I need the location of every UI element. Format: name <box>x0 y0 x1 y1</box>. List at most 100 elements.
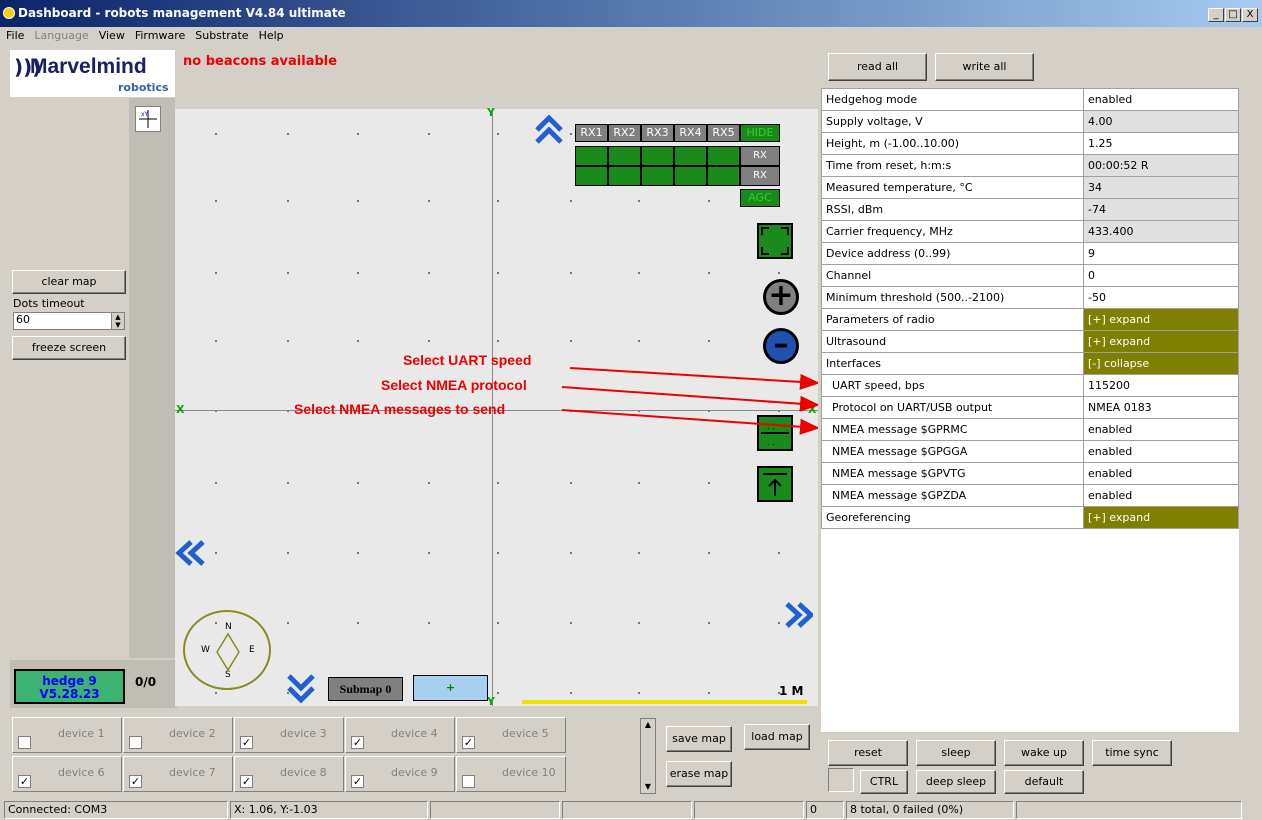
submap-button[interactable]: Submap 0 <box>328 677 403 701</box>
write-all-button[interactable]: write all <box>935 53 1034 81</box>
property-value[interactable]: enabled <box>1083 462 1239 485</box>
property-row[interactable]: Height, m (-1.00..10.00) 1.25 <box>821 132 1239 155</box>
device-checkbox[interactable] <box>129 736 142 749</box>
device-10-box[interactable]: device 10 <box>456 756 566 792</box>
device-checkbox[interactable]: ✓ <box>240 736 253 749</box>
zoom-in-icon[interactable]: + <box>763 279 799 315</box>
property-row[interactable]: Channel 0 <box>821 264 1239 287</box>
erase-map-button[interactable]: erase map <box>666 761 732 787</box>
property-row[interactable]: RSSI, dBm -74 <box>821 198 1239 221</box>
property-value[interactable]: 4.00 <box>1083 110 1239 133</box>
property-row[interactable]: Parameters of radio [+] expand <box>821 308 1239 331</box>
property-value[interactable]: 9 <box>1083 242 1239 265</box>
axis-toggle-button[interactable]: xY <box>135 106 161 132</box>
property-row[interactable]: Measured temperature, °C 34 <box>821 176 1239 199</box>
device-checkbox[interactable]: ✓ <box>462 736 475 749</box>
save-map-button[interactable]: save map <box>666 726 732 752</box>
property-value[interactable]: enabled <box>1083 88 1239 111</box>
property-row[interactable]: Georeferencing [+] expand <box>821 506 1239 529</box>
property-value[interactable]: enabled <box>1083 418 1239 441</box>
property-value[interactable]: -74 <box>1083 198 1239 221</box>
property-row[interactable]: Device address (0..99) 9 <box>821 242 1239 265</box>
wake-up-button[interactable]: wake up <box>1004 740 1084 766</box>
property-value[interactable]: enabled <box>1083 484 1239 507</box>
property-value[interactable]: NMEA 0183 <box>1083 396 1239 419</box>
time-sync-button[interactable]: time sync <box>1092 740 1172 766</box>
scroll-down-icon[interactable] <box>285 672 317 707</box>
scroll-up-arrow-icon[interactable]: ▲ <box>641 719 655 731</box>
menu-substrate[interactable]: Substrate <box>195 29 248 42</box>
device-checkbox[interactable]: ✓ <box>240 775 253 788</box>
device-7-box[interactable]: ✓ device 7 <box>123 756 233 792</box>
device-4-box[interactable]: ✓ device 4 <box>345 717 455 753</box>
device-6-box[interactable]: ✓ device 6 <box>12 756 122 792</box>
property-row[interactable]: Interfaces [-] collapse <box>821 352 1239 375</box>
reset-button[interactable]: reset <box>828 740 908 766</box>
device-checkbox[interactable] <box>462 775 475 788</box>
scroll-right-icon[interactable] <box>783 600 815 633</box>
property-row[interactable]: UART speed, bps 115200 <box>821 374 1239 397</box>
fit-screen-button[interactable] <box>757 223 793 259</box>
device-checkbox[interactable] <box>18 736 31 749</box>
hide-button[interactable]: HIDE <box>740 124 780 142</box>
clear-map-button[interactable]: clear map <box>12 270 126 294</box>
add-submap-button[interactable]: + <box>413 675 488 701</box>
menu-firmware[interactable]: Firmware <box>135 29 185 42</box>
scroll-up-icon[interactable] <box>533 114 565 149</box>
device-checkbox[interactable]: ✓ <box>351 775 364 788</box>
zoom-out-icon[interactable]: – <box>763 328 799 364</box>
property-row[interactable]: NMEA message $GPRMC enabled <box>821 418 1239 441</box>
minimize-button[interactable]: _ <box>1208 8 1224 22</box>
property-value[interactable]: 433.400 <box>1083 220 1239 243</box>
device-checkbox[interactable]: ✓ <box>129 775 142 788</box>
properties-scrollbar[interactable] <box>1240 88 1258 728</box>
property-value[interactable]: 34 <box>1083 176 1239 199</box>
property-row[interactable]: Protocol on UART/USB output NMEA 0183 <box>821 396 1239 419</box>
property-value[interactable]: [+] expand <box>1083 330 1239 353</box>
scroll-down-arrow-icon[interactable]: ▼ <box>641 781 655 793</box>
spinner-arrows-icon[interactable]: ▲ ▼ <box>111 313 124 329</box>
device-scrollbar[interactable]: ▲ ▼ <box>640 718 656 794</box>
load-map-button[interactable]: load map <box>744 724 810 750</box>
property-value[interactable]: [-] collapse <box>1083 352 1239 375</box>
property-row[interactable]: Minimum threshold (500..-2100) -50 <box>821 286 1239 309</box>
device-2-box[interactable]: device 2 <box>123 717 233 753</box>
upload-button[interactable] <box>757 466 793 502</box>
ctrl-button[interactable]: CTRL <box>860 770 908 794</box>
close-button[interactable]: X <box>1242 8 1258 22</box>
property-value[interactable]: -50 <box>1083 286 1239 309</box>
menu-help[interactable]: Help <box>259 29 284 42</box>
menu-view[interactable]: View <box>99 29 125 42</box>
menu-language[interactable]: Language <box>34 29 88 42</box>
device-8-box[interactable]: ✓ device 8 <box>234 756 344 792</box>
property-row[interactable]: Carrier frequency, MHz 433.400 <box>821 220 1239 243</box>
property-row[interactable]: Hedgehog mode enabled <box>821 88 1239 111</box>
property-value[interactable]: enabled <box>1083 440 1239 463</box>
deep-sleep-button[interactable]: deep sleep <box>916 770 996 794</box>
freeze-screen-button[interactable]: freeze screen <box>12 336 126 360</box>
property-value[interactable]: [+] expand <box>1083 308 1239 331</box>
property-value[interactable]: 115200 <box>1083 374 1239 397</box>
property-value[interactable]: 0 <box>1083 264 1239 287</box>
agc-button[interactable]: AGC <box>740 189 780 207</box>
device-9-box[interactable]: ✓ device 9 <box>345 756 455 792</box>
property-row[interactable]: NMEA message $GPZDA enabled <box>821 484 1239 507</box>
property-row[interactable]: Time from reset, h:m:s 00:00:52 R <box>821 154 1239 177</box>
property-row[interactable]: NMEA message $GPGGA enabled <box>821 440 1239 463</box>
sleep-button[interactable]: sleep <box>916 740 996 766</box>
device-checkbox[interactable]: ✓ <box>351 736 364 749</box>
grid-toggle-button[interactable]: . . . . <box>757 415 793 451</box>
device-5-box[interactable]: ✓ device 5 <box>456 717 566 753</box>
hedge-badge[interactable]: hedge 9 V5.28.23 <box>14 669 125 704</box>
default-button[interactable]: default <box>1004 770 1084 794</box>
dots-timeout-input[interactable]: 60 ▲ ▼ <box>13 312 125 330</box>
property-value[interactable]: 00:00:52 R <box>1083 154 1239 177</box>
menu-file[interactable]: File <box>6 29 24 42</box>
property-row[interactable]: Supply voltage, V 4.00 <box>821 110 1239 133</box>
property-row[interactable]: NMEA message $GPVTG enabled <box>821 462 1239 485</box>
property-value[interactable]: 1.25 <box>1083 132 1239 155</box>
device-3-box[interactable]: ✓ device 3 <box>234 717 344 753</box>
device-1-box[interactable]: device 1 <box>12 717 122 753</box>
property-row[interactable]: Ultrasound [+] expand <box>821 330 1239 353</box>
read-all-button[interactable]: read all <box>828 53 927 81</box>
